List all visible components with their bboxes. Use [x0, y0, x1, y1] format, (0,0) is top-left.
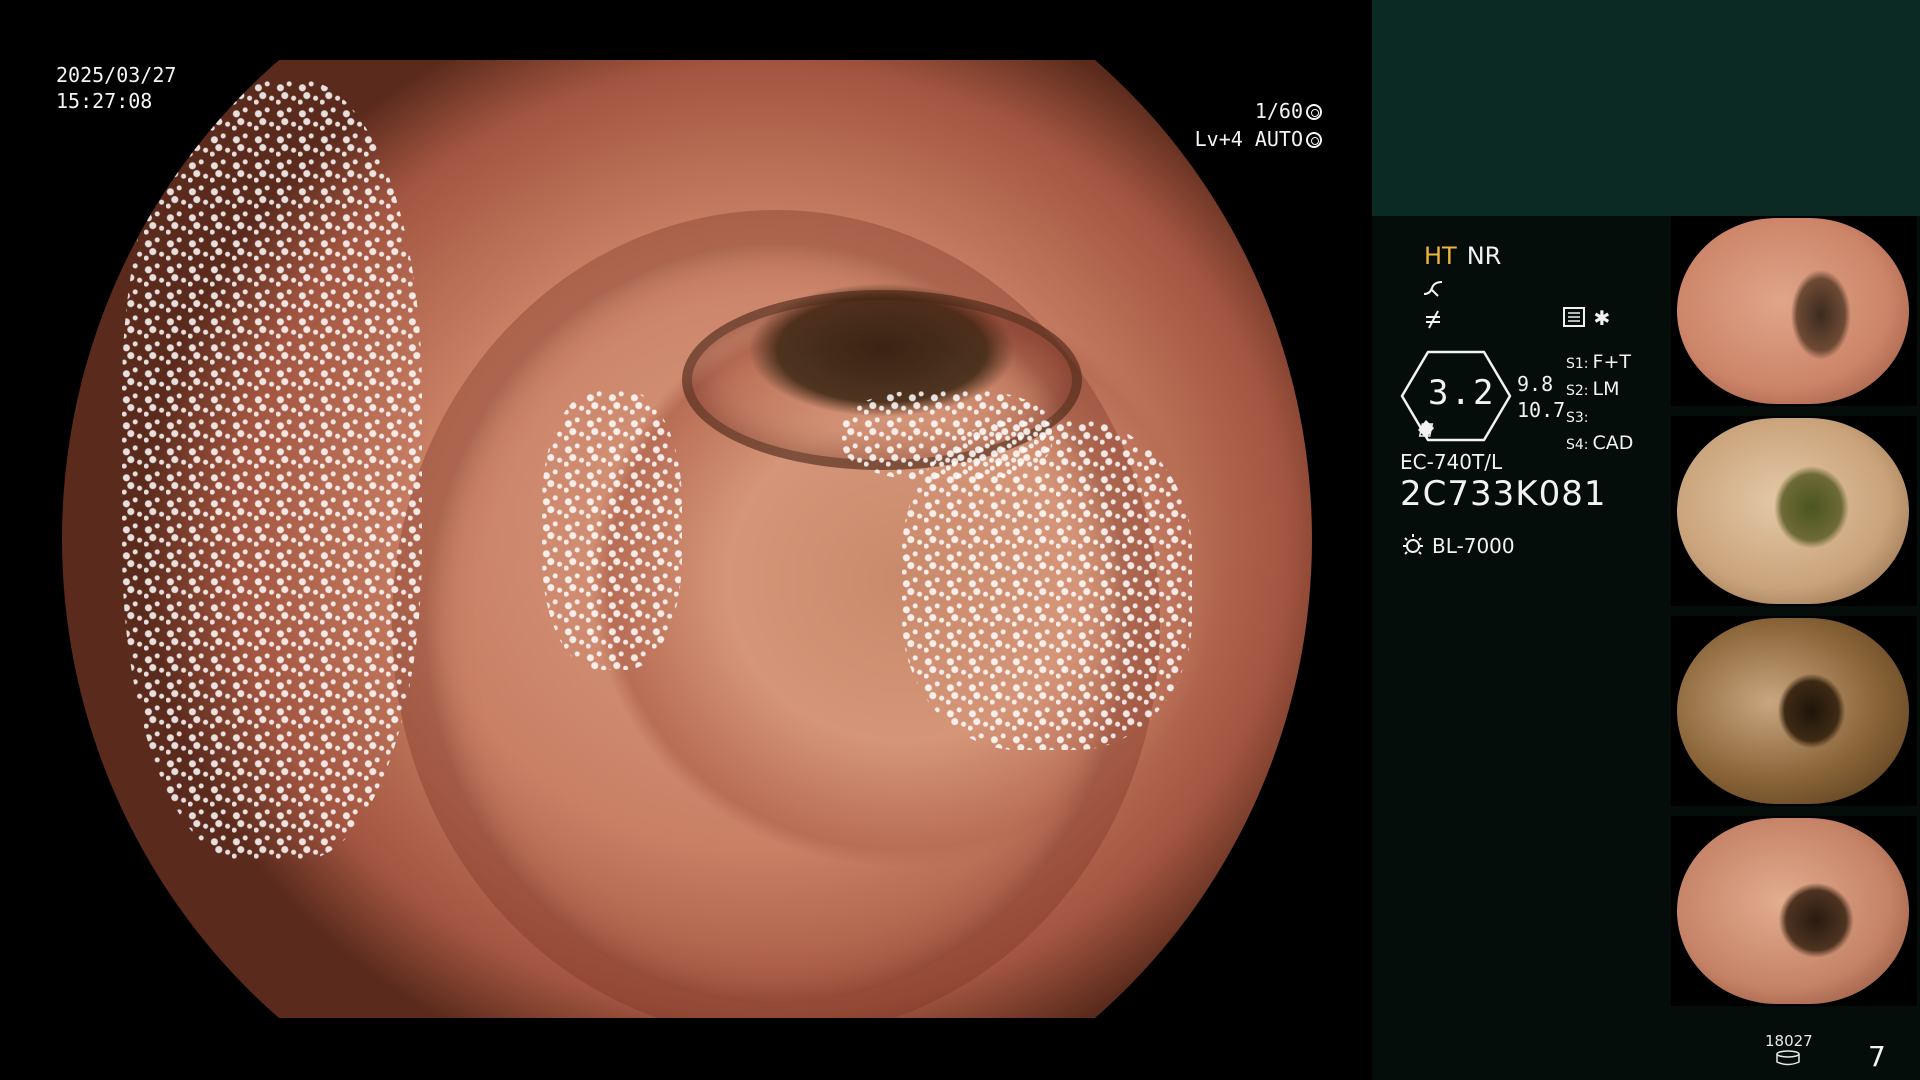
thumbnail-image — [1677, 818, 1909, 1004]
switch-value: LM — [1592, 378, 1620, 400]
zoom-lower-value: 10.7 — [1517, 398, 1566, 422]
light-reflection — [842, 390, 1052, 480]
brightness-level-readout: Lv+4 AUTO — [1170, 126, 1322, 152]
date-time-readout: 2025/03/27 15:27:08 — [56, 62, 176, 114]
captured-thumbnail[interactable] — [1671, 616, 1917, 806]
scene-switch-s1: S1: F+T — [1566, 350, 1633, 377]
scene-switch-s3: S3: — [1566, 404, 1633, 431]
scene-switch-s2: S2: LM — [1566, 377, 1633, 404]
captured-thumbnail[interactable] — [1671, 816, 1917, 1006]
level-text: Lv+4 AUTO — [1194, 127, 1303, 151]
image-mode-row: HT NR — [1424, 242, 1501, 270]
asterisk-icon: ✱ — [1594, 302, 1610, 332]
contrast-curve-icon — [1423, 281, 1443, 297]
light-reflection — [122, 80, 422, 860]
scope-model: EC-740T/L — [1400, 450, 1503, 474]
panel-header-band — [1372, 0, 1920, 216]
shutter-icon — [1306, 104, 1322, 120]
captured-image-strip — [1671, 216, 1920, 1016]
iris-icon — [1306, 132, 1322, 148]
lamp-icon — [1403, 534, 1423, 555]
endoscope-view: 2025/03/27 15:27:08 1/60 Lv+4 AUTO — [0, 0, 1372, 1080]
switch-tag: S3: — [1566, 410, 1589, 426]
date-text: 2025/03/27 — [56, 63, 177, 87]
thumbnail-image — [1677, 418, 1909, 604]
zoom-value: 3.2 — [1428, 373, 1496, 413]
scope-serial: 2C733K081 — [1400, 474, 1607, 514]
not-equal-icon — [1426, 310, 1440, 329]
thumbnail-image — [1677, 218, 1909, 404]
nr-mode-label: NR — [1466, 242, 1502, 270]
scene-switch-s4: S4: CAD — [1566, 431, 1633, 458]
thumbnail-image — [1677, 618, 1909, 804]
scene-switch-list: S1: F+T S2: LM S3: S4: CAD — [1566, 350, 1633, 458]
switch-tag: S2: — [1566, 383, 1589, 399]
captured-thumbnail[interactable] — [1671, 216, 1917, 406]
switch-value: CAD — [1592, 432, 1634, 454]
settings-list-icon — [1563, 307, 1585, 327]
zoom-upper-value: 9.8 — [1517, 372, 1554, 396]
image-count: 18027 — [1765, 1032, 1813, 1050]
light-reflection — [542, 390, 682, 670]
ht-mode-label: HT — [1424, 242, 1457, 270]
switch-tag: S4: — [1566, 437, 1589, 453]
capture-counter: 7 — [1868, 1040, 1886, 1073]
time-text: 15:27:08 — [56, 89, 153, 113]
captured-thumbnail[interactable] — [1671, 416, 1917, 606]
storage-icon — [1776, 1050, 1800, 1066]
switch-tag: S1: — [1566, 356, 1589, 372]
light-source-text: BL-7000 — [1432, 534, 1515, 558]
endoscopic-image — [62, 60, 1312, 1018]
shutter-text: 1/60 — [1254, 99, 1303, 123]
light-source-row: BL-7000 — [1400, 532, 1515, 558]
shutter-readout: 1/60 — [1192, 98, 1322, 124]
switch-value: F+T — [1592, 351, 1631, 373]
